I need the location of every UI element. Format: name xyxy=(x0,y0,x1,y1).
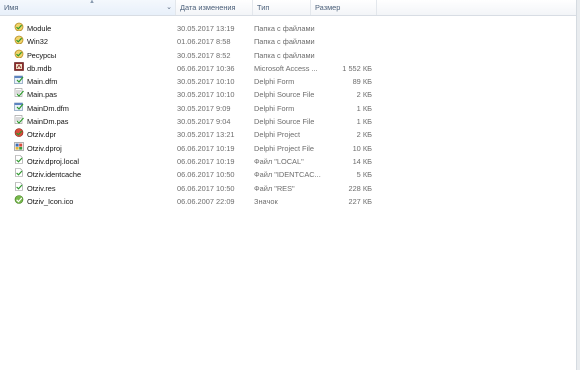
file-date: 30.05.2017 8:52 xyxy=(177,50,231,60)
delphi-project-icon xyxy=(14,128,24,138)
column-header-size-label: Размер xyxy=(315,3,341,12)
image-icon xyxy=(14,195,24,204)
file-date: 06.06.2017 10:50 xyxy=(177,170,235,180)
column-header-size[interactable]: Размер xyxy=(311,0,377,15)
file-size: 14 КБ xyxy=(352,156,372,166)
file-date: 30.05.2017 9:04 xyxy=(177,117,231,127)
file-row[interactable]: Otziv.res 06.06.2017 10:50 Файл "RES" 22… xyxy=(0,181,576,195)
file-date: 30.05.2017 13:19 xyxy=(177,24,235,33)
file-row[interactable]: Module 30.05.2017 13:19 Папка с файлами xyxy=(0,22,576,35)
file-name: Main.pas xyxy=(27,90,57,100)
file-date: 30.05.2017 10:10 xyxy=(177,90,235,100)
column-header-bar: Имя ▲ ⌄ Дата изменения Тип Размер xyxy=(0,0,576,16)
file-date: 06.06.2017 10:36 xyxy=(177,63,235,73)
column-header-name[interactable]: Имя ▲ ⌄ xyxy=(0,0,176,15)
file-list-pane: Имя ▲ ⌄ Дата изменения Тип Размер Module… xyxy=(0,0,580,370)
generic-file-icon xyxy=(14,155,24,164)
file-name: Otziv.dproj.local xyxy=(27,156,80,166)
file-size: 227 КБ xyxy=(348,196,372,206)
folder-icon xyxy=(14,22,24,31)
file-type: Папка с файлами xyxy=(254,24,315,33)
file-name: Otziv.identcache xyxy=(27,170,82,180)
file-date: 06.06.2017 10:19 xyxy=(177,143,235,153)
file-row[interactable]: Main.pas 30.05.2017 10:10 Delphi Source … xyxy=(0,88,576,101)
file-row[interactable]: Otziv.dproj.local 06.06.2017 10:19 Файл … xyxy=(0,155,576,168)
file-name: Otziv.dproj xyxy=(27,143,62,153)
delphi-source-icon xyxy=(14,88,24,98)
file-row[interactable]: Otziv.dpr 30.05.2017 13:21 Delphi Projec… xyxy=(0,128,576,141)
column-header-date[interactable]: Дата изменения xyxy=(176,0,253,15)
file-type: Папка с файлами xyxy=(254,37,315,47)
generic-file-icon xyxy=(14,168,24,178)
generic-file-icon xyxy=(14,181,24,191)
column-header-type[interactable]: Тип xyxy=(253,0,311,15)
file-row[interactable]: Win32 01.06.2017 8:58 Папка с файлами xyxy=(0,35,576,48)
file-name: Otziv.res xyxy=(27,183,56,193)
file-size: 5 КБ xyxy=(356,170,372,180)
file-date: 30.05.2017 13:21 xyxy=(177,130,235,140)
file-row[interactable]: Otziv.dproj 06.06.2017 10:19 Delphi Proj… xyxy=(0,141,576,155)
file-size: 10 КБ xyxy=(352,143,372,153)
file-name: Otziv_Icon.ico xyxy=(27,196,74,206)
file-row[interactable]: Ресурсы 30.05.2017 8:52 Папка с файлами xyxy=(0,49,576,62)
file-name: Module xyxy=(27,24,52,33)
folder-icon xyxy=(14,35,24,45)
sort-ascending-icon: ▲ xyxy=(89,0,95,5)
file-size: 1 552 КБ xyxy=(342,63,372,73)
delphi-project-file-icon xyxy=(14,141,24,151)
file-date: 30.05.2017 9:09 xyxy=(177,103,231,113)
file-date: 06.06.2017 10:50 xyxy=(177,183,235,193)
file-name: MainDm.pas xyxy=(27,117,69,127)
folder-icon xyxy=(14,49,24,58)
file-name: Win32 xyxy=(27,37,48,47)
file-row[interactable]: db.mdb 06.06.2017 10:36 Microsoft Access… xyxy=(0,62,576,75)
file-date: 01.06.2017 8:58 xyxy=(177,37,231,47)
file-date: 06.06.2017 10:19 xyxy=(177,156,235,166)
file-name: MainDm.dfm xyxy=(27,103,69,113)
file-date: 30.05.2017 10:10 xyxy=(177,77,235,87)
chevron-down-icon[interactable]: ⌄ xyxy=(166,0,172,15)
file-name: Main.dfm xyxy=(27,77,58,87)
file-row[interactable]: Otziv_Icon.ico 06.06.2007 22:09 Значок 2… xyxy=(0,195,576,208)
file-name: Otziv.dpr xyxy=(27,130,57,140)
file-size: 2 КБ xyxy=(356,90,372,100)
column-header-name-label: Имя xyxy=(4,3,19,12)
file-row[interactable]: Otziv.identcache 06.06.2017 10:50 Файл "… xyxy=(0,168,576,181)
file-row[interactable]: MainDm.dfm 30.05.2017 9:09 Delphi Form 1… xyxy=(0,102,576,115)
delphi-form-icon xyxy=(14,102,24,111)
file-size: 1 КБ xyxy=(356,103,372,113)
file-size: 2 КБ xyxy=(356,130,372,140)
file-date: 06.06.2007 22:09 xyxy=(177,196,235,206)
file-size: 89 КБ xyxy=(352,77,372,87)
file-name: db.mdb xyxy=(27,63,52,73)
file-size: 1 КБ xyxy=(356,117,372,127)
file-name: Ресурсы xyxy=(27,50,57,60)
access-db-icon xyxy=(14,62,24,71)
window-border xyxy=(576,0,580,370)
delphi-source-icon xyxy=(14,115,24,124)
file-row[interactable]: Main.dfm 30.05.2017 10:10 Delphi Form 89… xyxy=(0,75,576,88)
file-rows: Module 30.05.2017 13:19 Папка с файлами … xyxy=(0,22,576,208)
file-size: 228 КБ xyxy=(348,183,372,193)
file-type: Папка с файлами xyxy=(254,50,315,60)
column-header-type-label: Тип xyxy=(257,3,270,12)
column-header-date-label: Дата изменения xyxy=(180,3,236,12)
delphi-form-icon xyxy=(14,75,24,84)
file-row[interactable]: MainDm.pas 30.05.2017 9:04 Delphi Source… xyxy=(0,115,576,128)
